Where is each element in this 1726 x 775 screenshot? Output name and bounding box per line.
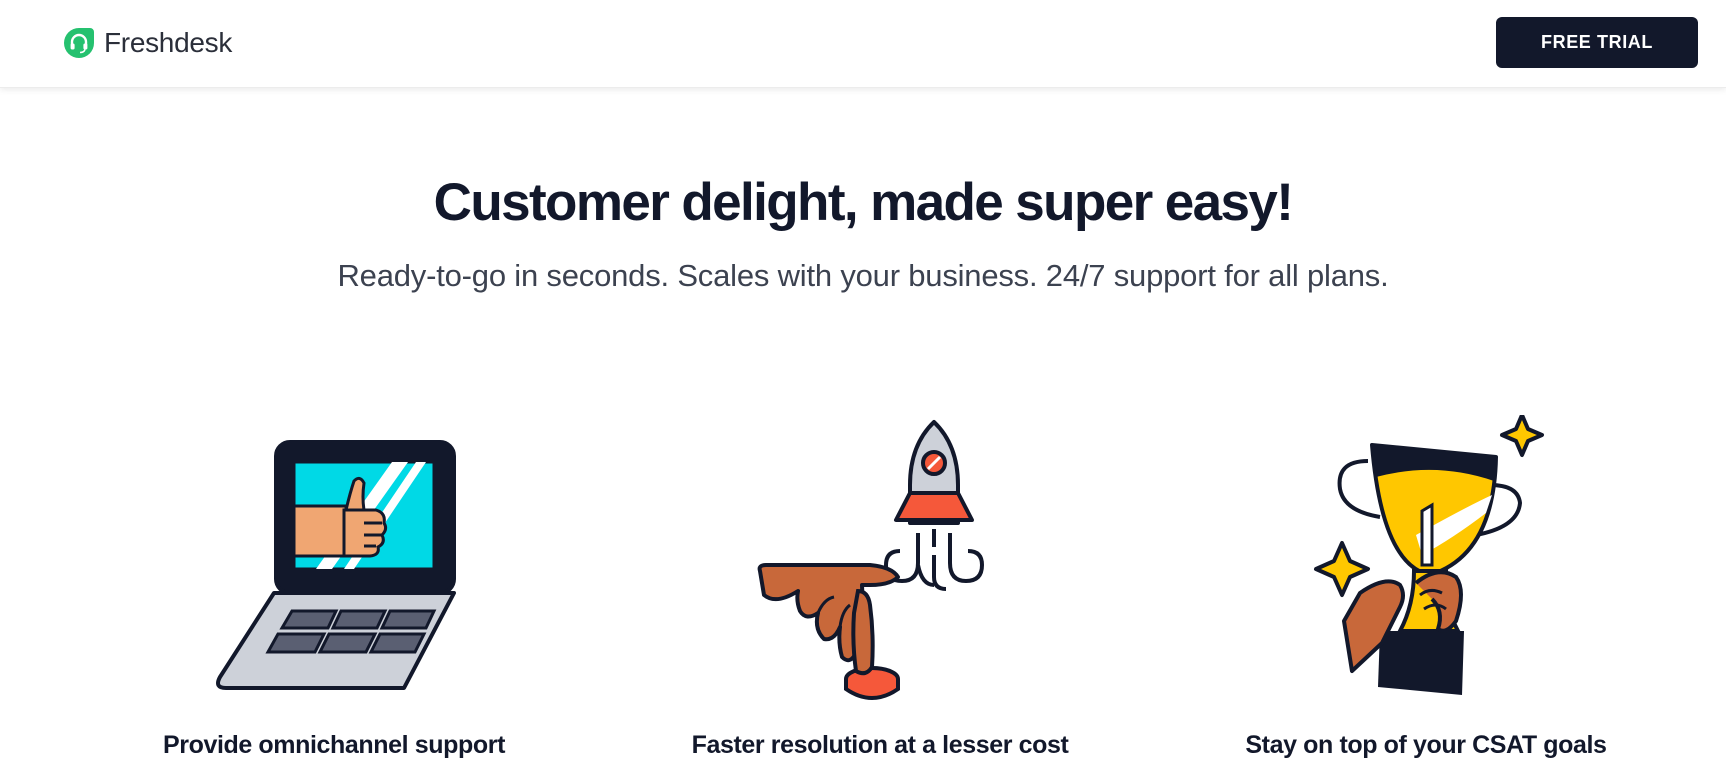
laptop-thumbs-up-icon xyxy=(216,440,456,690)
feature-faster-resolution: Faster resolution at a lesser cost xyxy=(650,415,1110,759)
site-header: Freshdesk FREE TRIAL xyxy=(0,0,1726,88)
hero-title: Customer delight, made super easy! xyxy=(433,173,1294,232)
rocket-launch-button-icon xyxy=(757,420,985,700)
feature-label: Faster resolution at a lesser cost xyxy=(691,731,1069,759)
freshdesk-logo-icon xyxy=(64,28,94,58)
freshdesk-logo[interactable]: Freshdesk xyxy=(62,25,232,61)
feature-omnichannel: Provide omnichannel support xyxy=(104,415,564,759)
feature-label: Stay on top of your CSAT goals xyxy=(1245,731,1607,759)
hero-subtitle: Ready-to-go in seconds. Scales with your… xyxy=(337,258,1389,293)
feature-label: Provide omnichannel support xyxy=(162,731,506,759)
feature-csat-goals: Stay on top of your CSAT goals xyxy=(1196,415,1656,759)
trophy-icon xyxy=(1314,415,1544,695)
free-trial-button[interactable]: FREE TRIAL xyxy=(1496,17,1698,68)
logo-text: Freshdesk xyxy=(104,27,233,58)
